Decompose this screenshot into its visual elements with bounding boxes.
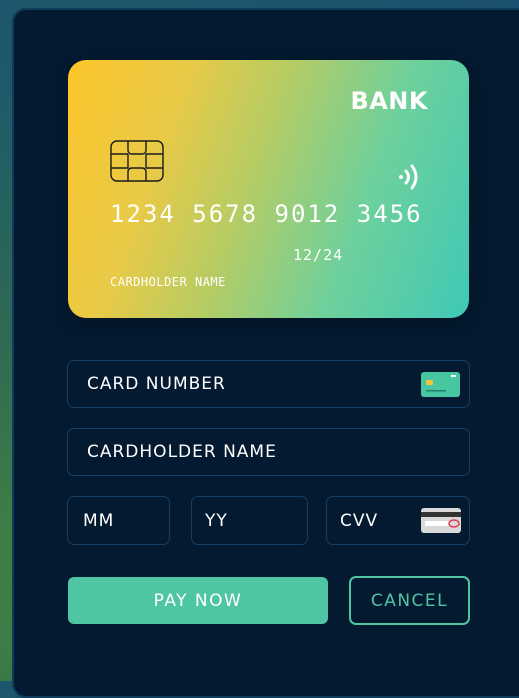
credit-card-preview: BANK 1234 5678 9012 3456 12/24 CARDHOLDE… xyxy=(68,60,469,318)
expiry-month-input[interactable]: MM xyxy=(67,496,170,545)
chip-icon xyxy=(110,140,164,182)
credit-card-icon xyxy=(421,372,460,397)
card-number-display: 1234 5678 9012 3456 xyxy=(110,200,423,228)
cvv-placeholder: CVV xyxy=(340,510,379,531)
expiry-month-placeholder: MM xyxy=(83,510,115,531)
expiry-year-input[interactable]: YY xyxy=(191,496,308,545)
bank-name: BANK xyxy=(350,87,428,115)
cardholder-name-display: CARDHOLDER NAME xyxy=(110,275,226,289)
cardholder-name-input[interactable]: CARDHOLDER NAME xyxy=(67,428,470,476)
card-number-input[interactable]: CARD NUMBER xyxy=(67,360,470,408)
card-back-icon xyxy=(421,508,461,533)
expiry-year-placeholder: YY xyxy=(205,510,228,531)
cardholder-name-placeholder: CARDHOLDER NAME xyxy=(87,442,277,462)
pay-now-button[interactable]: PAY NOW xyxy=(68,577,328,624)
card-expiry-display: 12/24 xyxy=(293,246,344,264)
contactless-icon xyxy=(399,164,418,190)
cancel-button[interactable]: CANCEL xyxy=(349,576,470,625)
card-number-placeholder: CARD NUMBER xyxy=(87,374,226,394)
cvv-input[interactable]: CVV xyxy=(326,496,470,545)
